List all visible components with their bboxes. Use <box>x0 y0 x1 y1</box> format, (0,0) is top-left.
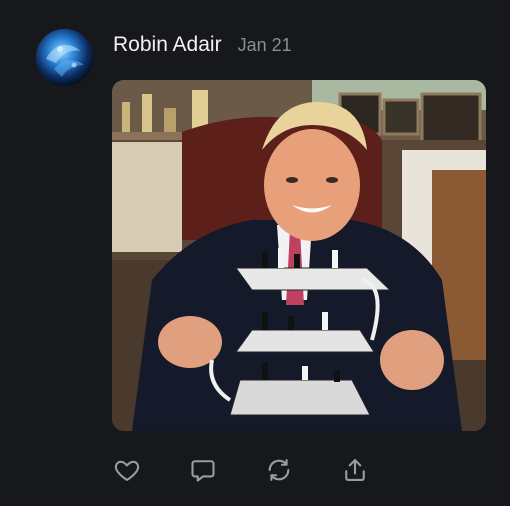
avatar-image <box>36 29 93 86</box>
share-button[interactable] <box>340 453 370 487</box>
reply-button[interactable] <box>188 453 218 487</box>
post-card: Robin Adair Jan 21 <box>0 0 510 506</box>
avatar[interactable] <box>36 29 93 86</box>
post-actions <box>112 453 372 487</box>
heart-icon <box>114 460 140 481</box>
like-button[interactable] <box>112 453 142 487</box>
share-icon <box>345 459 365 481</box>
post-photo <box>112 80 486 431</box>
repost-icon <box>268 459 290 481</box>
post-header: Robin Adair Jan 21 <box>113 33 292 57</box>
repost-button[interactable] <box>264 453 294 487</box>
post-image[interactable] <box>112 80 486 431</box>
comment-icon <box>191 460 215 482</box>
post-date[interactable]: Jan 21 <box>238 35 292 56</box>
author-name[interactable]: Robin Adair <box>113 33 222 57</box>
